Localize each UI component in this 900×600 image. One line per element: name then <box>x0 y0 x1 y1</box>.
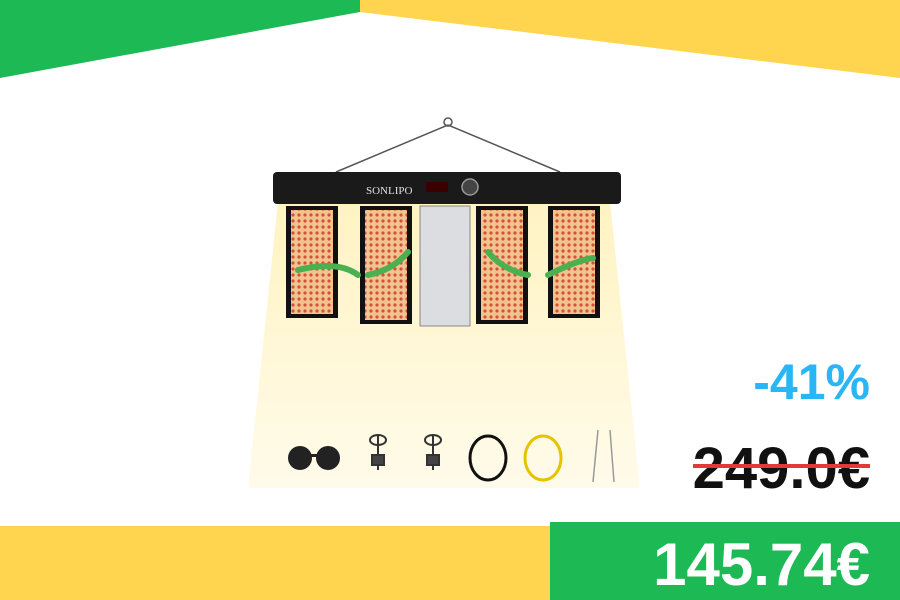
bottom-yellow-band <box>0 526 550 600</box>
brand-logo: SONLIPO <box>366 185 413 197</box>
digital-display <box>426 182 448 192</box>
new-price: 145.74€ <box>653 531 870 598</box>
discount-badge: -41% <box>753 354 870 410</box>
product-image: SONLIPO <box>248 117 640 488</box>
top-green-band <box>0 0 360 78</box>
strikethrough-line <box>692 464 870 468</box>
hanging-wires <box>335 117 561 173</box>
center-driver <box>419 205 471 327</box>
old-price-value: 249.0€ <box>692 436 870 501</box>
old-price: 249.0€ <box>692 436 870 502</box>
dimmer-knob <box>461 178 479 196</box>
